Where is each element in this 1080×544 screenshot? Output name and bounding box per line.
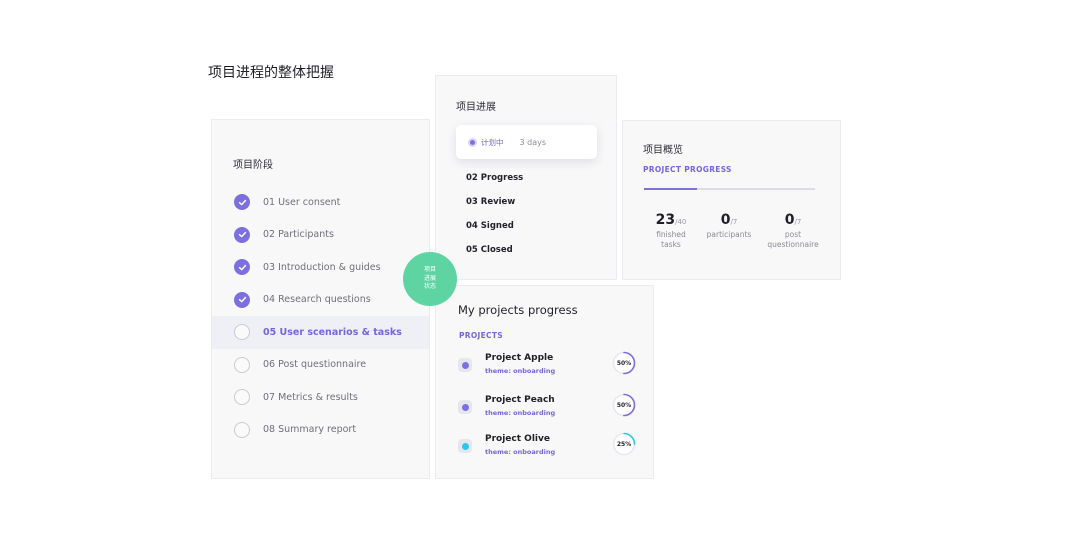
- projects-subtitle: PROJECTS: [459, 331, 503, 340]
- overview-card: 项目概览 PROJECT PROGRESS 23/40 finished task…: [622, 120, 841, 280]
- progress-ring: 50%: [611, 350, 637, 376]
- phase-label: 08 Summary report: [263, 424, 357, 436]
- stat-label: post questionnaire: [767, 230, 819, 249]
- status-label: 计划中: [481, 137, 504, 147]
- overview-title: 项目概览: [643, 145, 683, 156]
- project-row[interactable]: Project Peach theme: onboarding 50%: [436, 392, 653, 425]
- empty-circle-icon[interactable]: [234, 324, 250, 341]
- progress-card: 项目进展 计划中 3 days 02 Progress 03 Review 04…: [435, 75, 617, 280]
- progress-title: 项目进展: [456, 102, 496, 113]
- project-name: Project Peach: [485, 395, 555, 405]
- overview-subtitle: PROJECT PROGRESS: [643, 165, 732, 174]
- stat-total: /7: [794, 218, 802, 226]
- projects-card: My projects progress PROJECTS Project Ap…: [435, 285, 654, 479]
- project-name: Project Apple: [485, 353, 554, 363]
- stat-value: 23: [655, 212, 676, 228]
- project-theme: theme: onboarding: [485, 367, 556, 375]
- check-circle-icon[interactable]: [234, 291, 250, 308]
- project-theme: theme: onboarding: [485, 448, 556, 456]
- check-circle-icon[interactable]: [234, 194, 250, 211]
- project-dot-icon: [458, 358, 472, 372]
- stat-post-questionnaire: 0/7 post questionnaire: [758, 209, 828, 250]
- stat-label: participants: [706, 230, 752, 239]
- project-dot-icon: [458, 439, 472, 453]
- step-list: 02 Progress 03 Review 04 Signed 05 Close…: [466, 172, 523, 268]
- empty-circle-icon[interactable]: [234, 356, 250, 373]
- stat-value: 0: [720, 212, 731, 228]
- project-row[interactable]: Project Olive theme: onboarding 25%: [436, 431, 653, 464]
- stat-value: 0: [784, 212, 795, 228]
- status-dot-icon: [468, 137, 477, 147]
- check-circle-icon[interactable]: [234, 259, 250, 276]
- empty-circle-icon[interactable]: [234, 389, 250, 406]
- overview-progress-bar: [644, 188, 815, 190]
- step-item[interactable]: 03 Review: [466, 196, 523, 220]
- phase-label: 07 Metrics & results: [263, 391, 358, 403]
- progress-status-badge: 项目 进展 状态: [403, 252, 457, 306]
- progress-percent: 50%: [616, 359, 632, 367]
- phase-item[interactable]: 06 Post questionnaire: [212, 349, 429, 382]
- progress-ring: 25%: [611, 431, 637, 457]
- phase-item[interactable]: 08 Summary report: [212, 414, 429, 447]
- empty-circle-icon[interactable]: [234, 421, 250, 438]
- phase-item[interactable]: 03 Introduction & guides: [212, 251, 429, 284]
- phase-label: 06 Post questionnaire: [263, 359, 367, 371]
- phase-item[interactable]: 01 User consent: [212, 186, 429, 219]
- step-item[interactable]: 04 Signed: [466, 220, 523, 244]
- progress-ring: 50%: [611, 392, 637, 418]
- progress-percent: 25%: [616, 440, 632, 448]
- phase-label: 05 User scenarios & tasks: [263, 326, 402, 338]
- project-dot-icon: [458, 400, 472, 414]
- phases-title: 项目阶段: [233, 160, 273, 171]
- stat-total: /40: [675, 218, 687, 226]
- page-title: 项目进程的整体把握: [208, 65, 334, 81]
- phase-label: 03 Introduction & guides: [263, 261, 381, 273]
- phase-label: 04 Research questions: [263, 294, 371, 306]
- phase-list: 01 User consent 02 Participants 03 Introdu…: [212, 186, 429, 446]
- phase-label: 01 User consent: [263, 196, 341, 208]
- project-row[interactable]: Project Apple theme: onboarding 50%: [436, 350, 653, 383]
- projects-title: My projects progress: [458, 303, 578, 317]
- overview-progress-fill: [644, 188, 697, 190]
- phase-item[interactable]: 07 Metrics & results: [212, 381, 429, 414]
- phase-item[interactable]: 05 User scenarios & tasks: [212, 316, 429, 349]
- step-item[interactable]: 02 Progress: [466, 172, 523, 196]
- phases-card: 项目阶段 01 User consent 02 Participants 03 In…: [211, 119, 430, 479]
- status-popover[interactable]: 计划中 3 days: [456, 125, 597, 159]
- step-item[interactable]: 05 Closed: [466, 244, 523, 268]
- status-days: 3 days: [519, 137, 547, 147]
- stat-participants: 0/7 participants: [694, 209, 764, 240]
- phase-label: 02 Participants: [263, 229, 334, 241]
- project-name: Project Olive: [485, 434, 550, 444]
- progress-percent: 50%: [616, 401, 632, 409]
- check-circle-icon[interactable]: [234, 226, 250, 243]
- stat-total: /7: [730, 218, 738, 226]
- phase-item[interactable]: 04 Research questions: [212, 284, 429, 317]
- project-theme: theme: onboarding: [485, 409, 556, 417]
- phase-item[interactable]: 02 Participants: [212, 219, 429, 252]
